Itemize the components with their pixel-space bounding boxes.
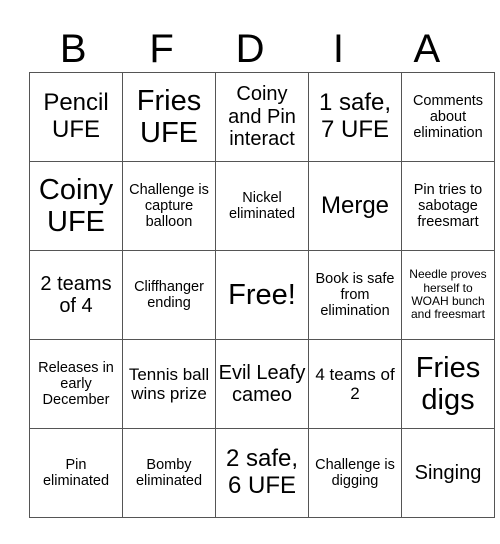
bingo-cell-text: Needle proves herself to WOAH bunch and … <box>409 267 487 322</box>
bingo-cell-text: Merge <box>320 191 390 219</box>
bingo-cell-text: 1 safe, 7 UFE <box>318 89 392 143</box>
bingo-header: B F D I A <box>29 26 471 72</box>
bingo-cell[interactable]: 2 teams of 4 <box>29 250 123 340</box>
bingo-cell-text: Coiny UFE <box>38 173 114 238</box>
bingo-cell-text: Cliffhanger ending <box>134 278 204 311</box>
bingo-cell-text: 4 teams of 2 <box>315 364 395 403</box>
bingo-cell-text: Pin eliminated <box>42 456 110 489</box>
bingo-grid: Pencil UFE Fries UFE Coiny and Pin inter… <box>29 72 495 518</box>
bingo-cell[interactable]: Coiny and Pin interact <box>215 72 309 162</box>
bingo-cell[interactable]: Pin tries to sabotage freesmart <box>401 161 495 251</box>
bingo-cell[interactable]: Tennis ball wins prize <box>122 339 216 429</box>
bingo-cell-text: Releases in early December <box>38 359 114 409</box>
free-space-cell[interactable]: Free! <box>215 250 309 340</box>
bingo-cell-text: Fries UFE <box>136 84 202 149</box>
bingo-row: Coiny UFE Challenge is capture balloon N… <box>29 161 495 251</box>
bingo-row: Pin eliminated Bomby eliminated 2 safe, … <box>29 428 495 518</box>
bingo-cell-text: Singing <box>414 461 482 484</box>
bingo-cell-text: Bomby eliminated <box>135 456 203 489</box>
bingo-cell-text: Fries digs <box>415 351 481 416</box>
bingo-cell-text: Evil Leafy cameo <box>218 361 306 406</box>
bingo-cell-text: 2 safe, 6 UFE <box>225 445 299 499</box>
bingo-cell-text: Pencil UFE <box>43 89 109 143</box>
bingo-cell[interactable]: Evil Leafy cameo <box>215 339 309 429</box>
bingo-cell[interactable]: Releases in early December <box>29 339 123 429</box>
bingo-cell[interactable]: Pin eliminated <box>29 428 123 518</box>
bingo-cell[interactable]: Challenge is digging <box>308 428 402 518</box>
bingo-cell-text: Challenge is digging <box>315 456 395 489</box>
bingo-cell[interactable]: Fries digs <box>401 339 495 429</box>
bingo-cell-text: Pin tries to sabotage freesmart <box>413 181 483 231</box>
bingo-cell[interactable]: Merge <box>308 161 402 251</box>
bingo-cell[interactable]: 4 teams of 2 <box>308 339 402 429</box>
bingo-cell[interactable]: Needle proves herself to WOAH bunch and … <box>401 250 495 340</box>
header-letter-b: B <box>59 27 87 71</box>
bingo-row: 2 teams of 4 Cliffhanger ending Free! Bo… <box>29 250 495 340</box>
header-letter-i: I <box>332 27 344 71</box>
bingo-cell[interactable]: Bomby eliminated <box>122 428 216 518</box>
bingo-cell[interactable]: Comments about elimination <box>401 72 495 162</box>
bingo-cell[interactable]: 2 safe, 6 UFE <box>215 428 309 518</box>
header-letter-a: A <box>413 27 441 71</box>
bingo-cell[interactable]: Coiny UFE <box>29 161 123 251</box>
bingo-cell-text: Free! <box>228 278 296 311</box>
bingo-cell[interactable]: Pencil UFE <box>29 72 123 162</box>
bingo-cell-text: Challenge is capture balloon <box>129 181 209 231</box>
bingo-cell-text: 2 teams of 4 <box>40 272 112 317</box>
bingo-cell[interactable]: Fries UFE <box>122 72 216 162</box>
bingo-row: Pencil UFE Fries UFE Coiny and Pin inter… <box>29 72 495 162</box>
bingo-row: Releases in early December Tennis ball w… <box>29 339 495 429</box>
bingo-cell[interactable]: Challenge is capture balloon <box>122 161 216 251</box>
bingo-cell-text: Coiny and Pin interact <box>228 83 296 151</box>
header-letter-d: D <box>235 27 265 71</box>
bingo-cell[interactable]: Singing <box>401 428 495 518</box>
bingo-cell[interactable]: Cliffhanger ending <box>122 250 216 340</box>
header-letter-f: F <box>149 27 174 71</box>
bingo-cell-text: Tennis ball wins prize <box>128 364 210 403</box>
bingo-cell-text: Comments about elimination <box>412 92 484 142</box>
bingo-cell-text: Book is safe from elimination <box>315 270 395 320</box>
bingo-cell[interactable]: 1 safe, 7 UFE <box>308 72 402 162</box>
bingo-cell-text: Nickel eliminated <box>228 189 296 222</box>
bingo-cell[interactable]: Book is safe from elimination <box>308 250 402 340</box>
bingo-cell[interactable]: Nickel eliminated <box>215 161 309 251</box>
